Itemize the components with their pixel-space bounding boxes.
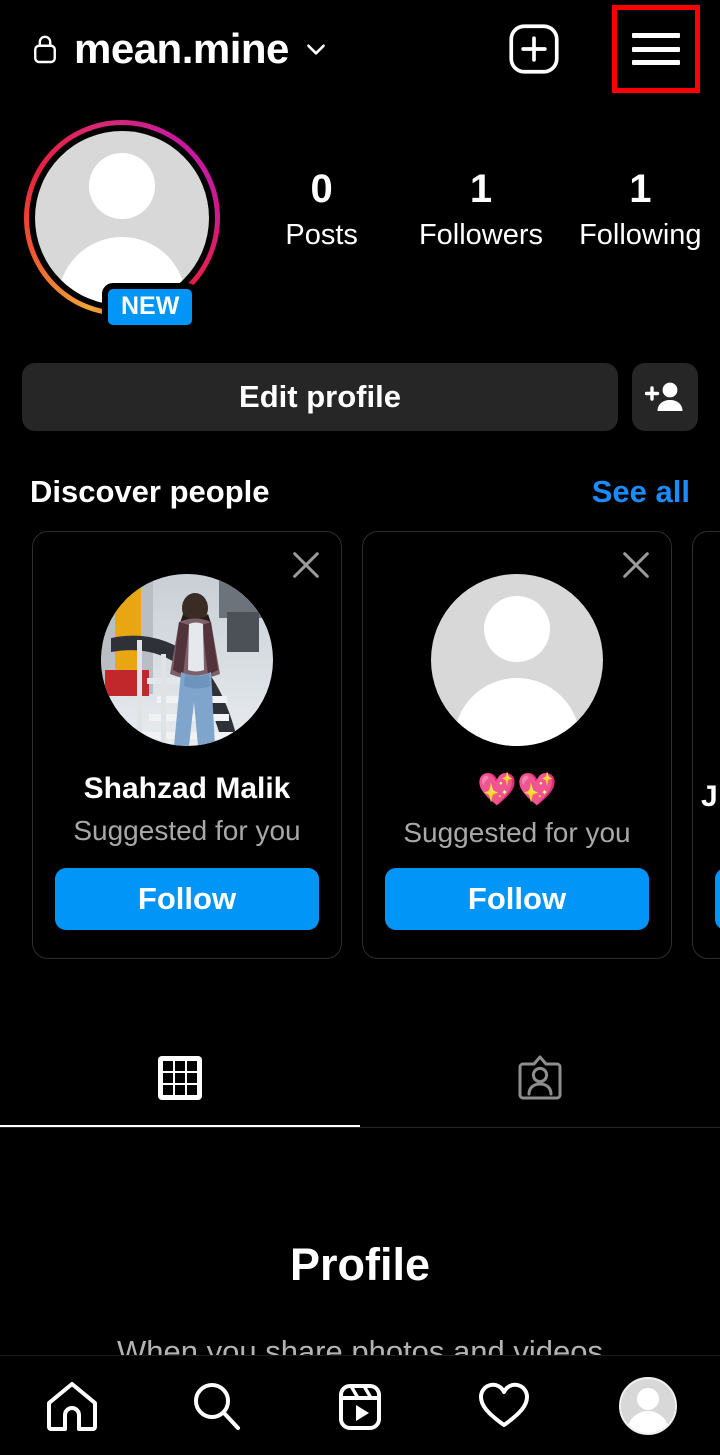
- heart-icon: [478, 1382, 530, 1427]
- nav-search[interactable]: [144, 1378, 288, 1434]
- hamburger-menu-button[interactable]: [612, 5, 700, 93]
- stat-posts-label: Posts: [285, 219, 358, 251]
- suggestion-avatar-photo: [101, 574, 273, 746]
- suggestion-card[interactable]: Shahzad Malik Suggested for you Follow: [32, 531, 342, 959]
- avatar-body: [627, 1410, 669, 1433]
- profile-header: NEW 0 Posts 1 Followers 1 Following: [0, 120, 720, 332]
- avatar-head: [637, 1387, 659, 1410]
- stat-followers-value: 1: [469, 167, 493, 211]
- nav-activity[interactable]: [432, 1378, 576, 1434]
- stat-posts[interactable]: 0 Posts: [242, 168, 401, 252]
- home-icon: [47, 1381, 97, 1431]
- suggestion-subtitle: Suggested for you: [403, 817, 631, 849]
- follow-button[interactable]: [715, 868, 720, 930]
- top-bar-actions: [508, 5, 720, 93]
- profile-tabs: [0, 1028, 720, 1128]
- close-icon[interactable]: [619, 548, 653, 582]
- see-all-link[interactable]: See all: [592, 474, 690, 510]
- suggestion-avatar[interactable]: [101, 574, 273, 746]
- avatar-body: [454, 678, 580, 746]
- bottom-navigation: [0, 1355, 720, 1455]
- top-bar: mean.mine: [0, 0, 720, 98]
- avatar[interactable]: [35, 131, 209, 305]
- follow-button[interactable]: Follow: [55, 868, 319, 930]
- reels-icon: [339, 1383, 381, 1430]
- stat-following-value: 1: [629, 167, 652, 211]
- add-person-icon: [645, 382, 683, 411]
- nav-reels[interactable]: [288, 1378, 432, 1434]
- profile-action-row: Edit profile: [0, 363, 720, 431]
- discover-people-header: Discover people See all: [0, 468, 720, 516]
- tab-posts[interactable]: [0, 1028, 360, 1128]
- add-person-button[interactable]: [632, 363, 698, 431]
- instagram-profile-screen: mean.mine NEW 0 Posts 1 Followers 1 Foll…: [0, 0, 720, 1455]
- suggestion-name: 💖💖: [477, 772, 557, 807]
- profile-avatar-wrap[interactable]: NEW: [24, 120, 220, 332]
- edit-profile-button[interactable]: Edit profile: [22, 363, 618, 431]
- suggestion-card[interactable]: 💖💖 Suggested for you Follow: [362, 531, 672, 959]
- profile-stats: 0 Posts 1 Followers 1 Following: [242, 168, 720, 252]
- discover-people-title: Discover people: [30, 474, 270, 509]
- suggestion-subtitle: Suggested for you: [73, 815, 301, 846]
- profile-avatar-icon: [619, 1376, 677, 1435]
- close-icon[interactable]: [289, 548, 323, 582]
- empty-state: Profile When you share photos and videos: [0, 1240, 720, 1372]
- suggestion-name: J: [701, 780, 718, 813]
- stat-followers[interactable]: 1 Followers: [401, 168, 560, 252]
- plus-box-icon[interactable]: [508, 23, 560, 75]
- nav-home[interactable]: [0, 1378, 144, 1434]
- search-icon: [194, 1382, 240, 1430]
- avatar-head: [484, 596, 550, 662]
- tabs-divider: [0, 1127, 720, 1128]
- stat-followers-label: Followers: [418, 219, 544, 251]
- lock-icon: [34, 35, 56, 64]
- stat-following-label: Following: [579, 219, 702, 251]
- stat-following[interactable]: 1 Following: [561, 168, 720, 252]
- discover-people-rail[interactable]: Shahzad Malik Suggested for you Follow 💖…: [0, 531, 720, 961]
- suggestion-avatar[interactable]: [431, 574, 603, 746]
- stat-posts-value: 0: [310, 167, 333, 211]
- follow-button[interactable]: Follow: [385, 868, 649, 930]
- new-story-badge[interactable]: NEW: [102, 283, 199, 332]
- grid-icon: [158, 1056, 202, 1100]
- suggestion-name: Shahzad Malik: [83, 772, 291, 805]
- suggestion-card[interactable]: J: [692, 531, 720, 959]
- nav-profile[interactable]: [576, 1376, 720, 1435]
- chevron-down-icon[interactable]: [303, 36, 329, 62]
- profile-username[interactable]: mean.mine: [74, 28, 289, 70]
- hamburger-menu-icon: [632, 33, 680, 65]
- tab-tagged[interactable]: [360, 1028, 720, 1128]
- avatar-head: [89, 153, 155, 219]
- tagged-icon: [518, 1055, 562, 1100]
- empty-state-title: Profile: [289, 1239, 431, 1290]
